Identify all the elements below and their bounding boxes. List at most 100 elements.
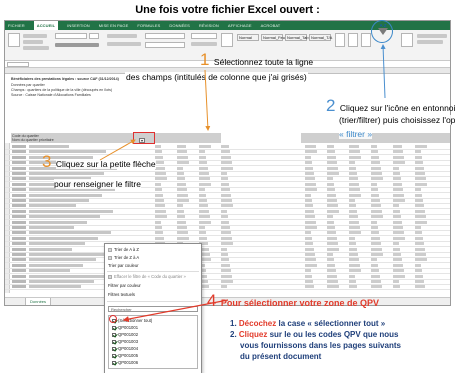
table-cell[interactable] <box>29 269 70 273</box>
table-cell[interactable] <box>177 236 189 240</box>
table-cell[interactable] <box>305 226 317 229</box>
code-checkbox[interactable] <box>112 346 116 351</box>
table-cell[interactable] <box>305 182 316 186</box>
table-cell[interactable] <box>327 280 338 283</box>
table-cell[interactable] <box>305 285 314 289</box>
table-cell[interactable] <box>371 263 378 267</box>
table-cell[interactable] <box>415 274 423 278</box>
delete-cells-icon[interactable] <box>348 33 358 47</box>
table-cell[interactable] <box>393 145 402 148</box>
table-cell[interactable] <box>371 274 380 278</box>
table-cell[interactable] <box>327 145 334 148</box>
table-cell[interactable] <box>199 231 206 235</box>
table-cell[interactable] <box>415 172 425 175</box>
table-cell[interactable] <box>199 204 208 208</box>
table-cell[interactable] <box>393 236 405 240</box>
table-cell[interactable] <box>155 215 167 219</box>
table-cell[interactable] <box>29 247 72 251</box>
table-cell[interactable] <box>221 145 229 148</box>
table-cell[interactable] <box>415 247 425 251</box>
table-cell[interactable] <box>305 253 315 256</box>
table-cell[interactable] <box>177 145 186 148</box>
table-cell[interactable] <box>349 209 357 213</box>
table-cell[interactable] <box>305 231 311 235</box>
table-cell[interactable] <box>305 145 316 148</box>
table-cell[interactable] <box>221 285 227 289</box>
tab-affichage[interactable]: AFFICHAGE <box>228 23 252 28</box>
table-cell[interactable] <box>393 280 399 283</box>
table-cell[interactable] <box>393 274 405 278</box>
table-cell[interactable] <box>349 236 355 240</box>
find-select-icon[interactable] <box>401 33 413 47</box>
table-cell[interactable] <box>327 209 339 213</box>
insert-cells-icon[interactable] <box>335 33 345 47</box>
table-cell[interactable] <box>199 193 206 197</box>
table-cell[interactable] <box>305 209 314 213</box>
table-cell[interactable] <box>12 161 26 165</box>
table-cell[interactable] <box>177 155 188 159</box>
conditional-format-icon[interactable] <box>221 33 233 47</box>
table-cell[interactable] <box>327 182 334 186</box>
table-cell[interactable] <box>12 193 26 197</box>
table-cell[interactable] <box>305 258 316 262</box>
table-cell[interactable] <box>415 263 421 267</box>
table-cell[interactable] <box>349 247 357 251</box>
table-cell[interactable] <box>349 166 356 170</box>
table-cell[interactable] <box>393 220 402 224</box>
table-cell[interactable] <box>199 161 207 165</box>
table-cell[interactable] <box>415 155 422 159</box>
table-cell[interactable] <box>155 220 161 224</box>
table-cell[interactable] <box>177 215 185 219</box>
table-cell[interactable] <box>199 220 211 224</box>
table-cell[interactable] <box>155 236 164 240</box>
table-cell[interactable] <box>12 145 26 148</box>
table-cell[interactable] <box>12 263 26 267</box>
table-cell[interactable] <box>221 226 230 229</box>
table-cell[interactable] <box>155 182 161 186</box>
table-cell[interactable] <box>371 150 378 154</box>
select-all-row[interactable]: (Sélectionner tout) <box>112 318 152 323</box>
table-cell[interactable] <box>349 253 358 256</box>
menu-clear-filter[interactable]: Effacer le filtre de « Code du quartier … <box>108 274 186 279</box>
table-cell[interactable] <box>349 285 357 289</box>
table-cell[interactable] <box>305 274 312 278</box>
table-cell[interactable] <box>221 253 228 256</box>
table-cell[interactable] <box>371 215 383 219</box>
table-cell[interactable] <box>29 285 81 289</box>
table-cell[interactable] <box>221 182 229 186</box>
table-cell[interactable] <box>393 258 402 262</box>
table-cell[interactable] <box>393 209 400 213</box>
table-cell[interactable] <box>371 253 383 256</box>
table-cell[interactable] <box>327 285 339 289</box>
tab-fichier[interactable]: FICHIER <box>8 23 25 28</box>
table-cell[interactable] <box>393 242 399 246</box>
table-cell[interactable] <box>155 172 166 175</box>
table-cell[interactable] <box>371 204 381 208</box>
table-cell[interactable] <box>305 161 312 165</box>
table-cell[interactable] <box>327 166 338 170</box>
table-cell[interactable] <box>221 193 231 197</box>
table-cell[interactable] <box>393 204 399 208</box>
table-cell[interactable] <box>327 253 333 256</box>
table-cell[interactable] <box>199 172 209 175</box>
table-cell[interactable] <box>371 285 382 289</box>
table-cell[interactable] <box>415 242 424 246</box>
code-checkbox[interactable] <box>112 360 116 365</box>
table-cell[interactable] <box>415 204 424 208</box>
table-cell[interactable] <box>221 258 229 262</box>
table-cell[interactable] <box>155 231 163 235</box>
table-cell[interactable] <box>221 150 230 154</box>
table-cell[interactable] <box>221 280 233 283</box>
table-cell[interactable] <box>371 231 379 235</box>
style-normal-ta[interactable]: Normal_T/A <box>309 34 332 41</box>
list-item[interactable]: QP001002 <box>112 332 138 337</box>
table-cell[interactable] <box>371 226 378 229</box>
table-cell[interactable] <box>12 258 26 262</box>
table-cell[interactable] <box>199 155 206 159</box>
table-cell[interactable] <box>12 182 26 186</box>
table-cell[interactable] <box>177 209 184 213</box>
table-cell[interactable] <box>305 215 315 219</box>
table-cell[interactable] <box>221 269 231 273</box>
sheet-tab-donnees[interactable]: Données <box>25 298 52 305</box>
style-normal-feu[interactable]: Normal_Feu <box>261 34 285 41</box>
